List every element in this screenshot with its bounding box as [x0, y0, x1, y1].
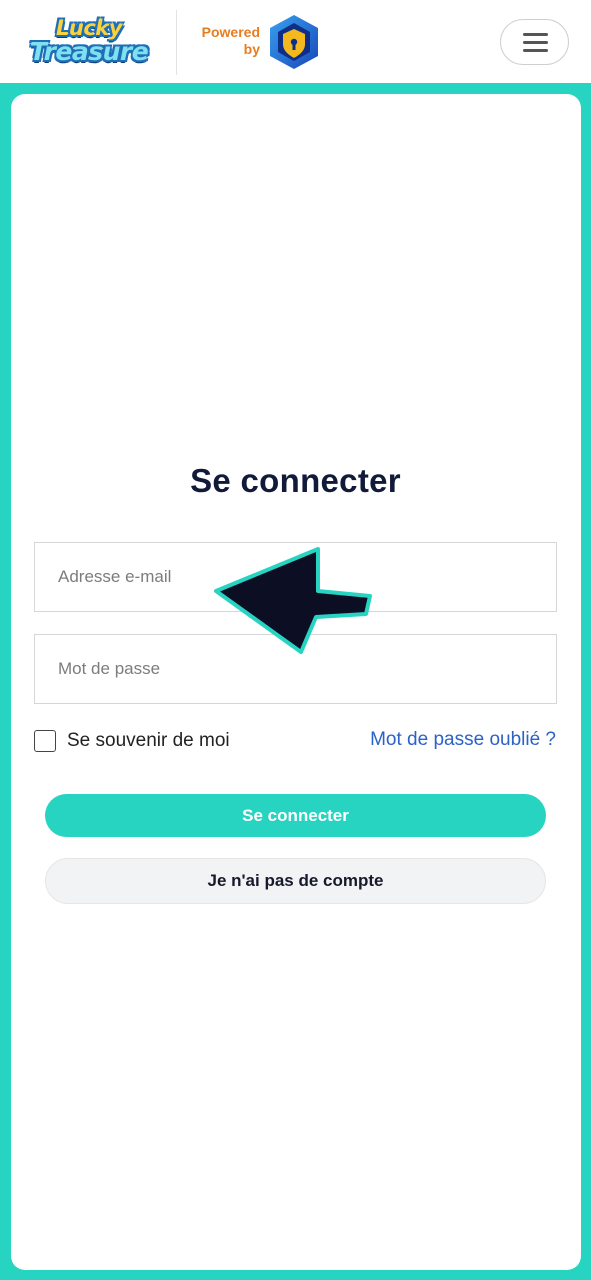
top-header: Lucky Treasure Powered by: [0, 0, 591, 83]
remember-me-label: Se souvenir de moi: [67, 730, 230, 751]
powered-line-2: by: [243, 41, 260, 57]
login-title: Se connecter: [190, 462, 401, 499]
arrow-cursor-icon: [214, 547, 372, 654]
powered-line-1: Powered: [201, 24, 260, 40]
hamburger-menu-button[interactable]: [500, 19, 569, 65]
hamburger-menu-icon: [523, 33, 548, 36]
powered-by-text: Powered by: [190, 24, 260, 58]
shield-lock-icon: [270, 15, 318, 69]
header-divider: [176, 10, 177, 75]
forgot-password-link[interactable]: Mot de passe oublié ?: [370, 729, 556, 751]
lucky-treasure-logo[interactable]: Lucky Treasure: [20, 10, 158, 72]
hamburger-bar: [523, 41, 548, 44]
hamburger-bar: [523, 49, 548, 52]
remember-me-checkbox[interactable]: [34, 730, 56, 752]
remember-me-row[interactable]: Se souvenir de moi: [34, 729, 230, 753]
logo-wordmark: Lucky Treasure: [20, 10, 158, 72]
logo-line-2: Treasure: [29, 37, 149, 66]
login-submit-button[interactable]: Se connecter: [45, 794, 546, 837]
no-account-button[interactable]: Je n'ai pas de compte: [45, 858, 546, 904]
